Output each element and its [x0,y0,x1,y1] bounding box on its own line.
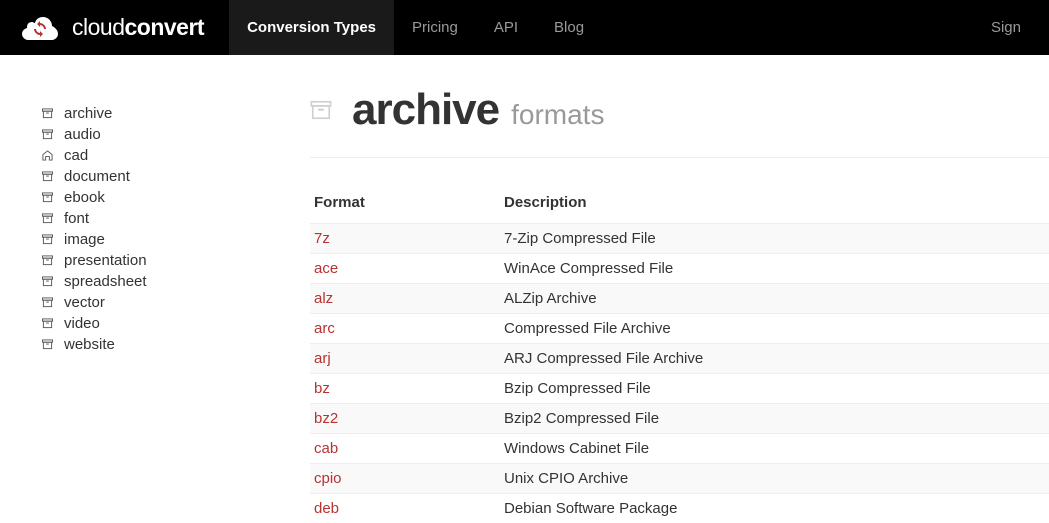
sidebar-item-archive[interactable]: archive [40,103,280,124]
signin-link[interactable]: Sign [973,19,1039,36]
format-link[interactable]: 7z [310,224,500,254]
sidebar-item-font[interactable]: font [40,208,280,229]
format-link[interactable]: cpio [310,464,500,494]
nav-items: Conversion TypesPricingAPIBlog [229,0,602,55]
page-subtitle: formats [511,99,604,131]
main-content: archive formats Format Description 7z7-Z… [280,85,1049,523]
sidebar-item-video[interactable]: video [40,313,280,334]
sidebar-item-document[interactable]: document [40,166,280,187]
sidebar-item-label: font [64,210,89,227]
sidebar-item-label: spreadsheet [64,273,147,290]
table-row: debDebian Software Package [310,494,1049,523]
sidebar-item-website[interactable]: website [40,334,280,355]
format-description: Bzip2 Compressed File [500,404,1049,434]
sidebar-item-label: video [64,315,100,332]
sidebar-item-cad[interactable]: cad [40,145,280,166]
table-row: cabWindows Cabinet File [310,434,1049,464]
cloud-refresh-icon [20,13,60,43]
format-description: 7-Zip Compressed File [500,224,1049,254]
sidebar-item-vector[interactable]: vector [40,292,280,313]
col-header-format: Format [310,186,500,224]
format-description: Unix CPIO Archive [500,464,1049,494]
sidebar-item-label: website [64,336,115,353]
archive-icon [40,107,54,121]
home-icon [40,149,54,163]
archive-icon [40,317,54,331]
format-description: Bzip Compressed File [500,374,1049,404]
sidebar-item-spreadsheet[interactable]: spreadsheet [40,271,280,292]
format-description: Debian Software Package [500,494,1049,523]
format-description: Windows Cabinet File [500,434,1049,464]
format-description: WinAce Compressed File [500,254,1049,284]
format-description: Compressed File Archive [500,314,1049,344]
table-row: arjARJ Compressed File Archive [310,344,1049,374]
archive-icon [40,233,54,247]
formats-table: Format Description 7z7-Zip Compressed Fi… [310,186,1049,523]
sidebar-item-label: audio [64,126,101,143]
sidebar: archive audio cad document ebook font image pre… [40,85,280,523]
sidebar-item-label: cad [64,147,88,164]
archive-icon [40,128,54,142]
format-link[interactable]: bz2 [310,404,500,434]
archive-icon [40,275,54,289]
archive-icon [40,296,54,310]
nav-item-blog[interactable]: Blog [536,0,602,55]
archive-icon [40,338,54,352]
table-row: cpioUnix CPIO Archive [310,464,1049,494]
format-link[interactable]: ace [310,254,500,284]
format-link[interactable]: cab [310,434,500,464]
format-link[interactable]: arj [310,344,500,374]
format-link[interactable]: bz [310,374,500,404]
archive-icon [40,170,54,184]
nav-item-conversion-types[interactable]: Conversion Types [229,0,394,55]
sidebar-item-label: vector [64,294,105,311]
sidebar-item-label: presentation [64,252,147,269]
sidebar-item-label: archive [64,105,112,122]
logo[interactable]: cloudconvert [10,13,214,43]
format-description: ALZip Archive [500,284,1049,314]
archive-icon [40,254,54,268]
format-link[interactable]: deb [310,494,500,523]
sidebar-item-image[interactable]: image [40,229,280,250]
sidebar-item-label: image [64,231,105,248]
format-link[interactable]: alz [310,284,500,314]
sidebar-item-label: document [64,168,130,185]
archive-icon [310,99,332,121]
sidebar-item-audio[interactable]: audio [40,124,280,145]
sidebar-item-ebook[interactable]: ebook [40,187,280,208]
sidebar-item-presentation[interactable]: presentation [40,250,280,271]
table-row: alzALZip Archive [310,284,1049,314]
col-header-description: Description [500,186,1049,224]
table-row: aceWinAce Compressed File [310,254,1049,284]
table-row: bzBzip Compressed File [310,374,1049,404]
page-title: archive [352,85,499,135]
archive-icon [40,191,54,205]
archive-icon [40,212,54,226]
format-description: ARJ Compressed File Archive [500,344,1049,374]
format-link[interactable]: arc [310,314,500,344]
sidebar-item-label: ebook [64,189,105,206]
table-row: bz2Bzip2 Compressed File [310,404,1049,434]
table-row: 7z7-Zip Compressed File [310,224,1049,254]
logo-text: cloudconvert [72,14,204,41]
page-header: archive formats [310,85,1049,158]
navbar: cloudconvert Conversion TypesPricingAPIB… [0,0,1049,55]
nav-item-api[interactable]: API [476,0,536,55]
nav-item-pricing[interactable]: Pricing [394,0,476,55]
table-row: arcCompressed File Archive [310,314,1049,344]
